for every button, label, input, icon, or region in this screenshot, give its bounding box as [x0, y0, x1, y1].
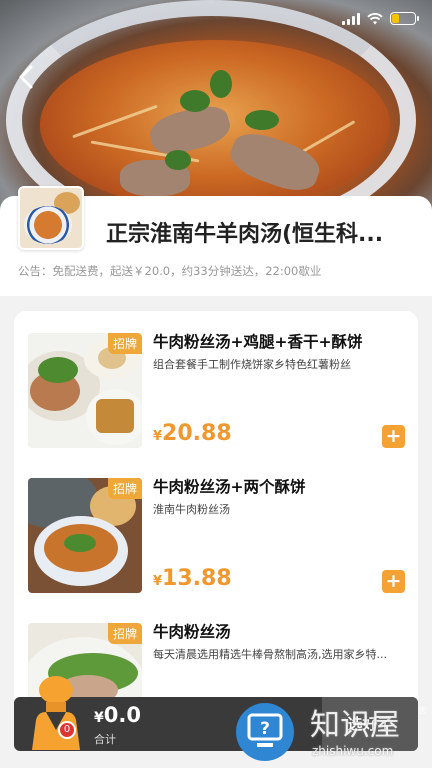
dish-image: 招牌: [28, 478, 142, 593]
watermark: 知识屋 ® zhishiwu.com: [310, 704, 428, 758]
shop-title: 正宗淮南牛羊肉汤(恒生科...: [106, 222, 384, 247]
menu-item[interactable]: 招牌 牛肉粉丝汤+鸡腿+香干+酥饼 组合套餐手工制作烧饼家乡特色红薯粉丝 ¥20…: [14, 311, 418, 451]
dish-price: ¥20.88: [153, 421, 232, 446]
shop-logo: [18, 186, 84, 250]
dish-description: 淮南牛肉粉丝汤: [153, 503, 230, 516]
add-to-cart-button[interactable]: +: [382, 570, 405, 593]
herb: [180, 90, 210, 112]
cart-total-label: 合计: [94, 733, 116, 746]
cart-count-badge: 0: [58, 721, 76, 739]
cart-total: ¥0.0: [94, 703, 141, 727]
signal-icon: [342, 12, 360, 25]
herb: [165, 150, 191, 170]
help-icon: ?: [247, 713, 283, 747]
back-arrow-icon[interactable]: [16, 64, 38, 90]
cart-icon[interactable]: [30, 672, 82, 752]
dish-name: 牛肉粉丝汤+两个酥饼: [153, 478, 306, 496]
plus-icon: +: [385, 425, 402, 447]
dish-image: 招牌: [28, 333, 142, 448]
help-button[interactable]: ?: [236, 703, 294, 761]
tag-badge: 招牌: [107, 478, 142, 499]
tag-badge: 招牌: [107, 333, 142, 354]
plus-icon: +: [385, 570, 402, 592]
status-bar: [342, 12, 419, 25]
tag-badge: 招牌: [107, 623, 142, 644]
herb: [210, 70, 232, 98]
dish-name: 牛肉粉丝汤+鸡腿+香干+酥饼: [153, 333, 363, 351]
battery-icon: [390, 12, 419, 25]
dish-price: ¥13.88: [153, 566, 232, 591]
add-to-cart-button[interactable]: +: [382, 425, 405, 448]
wifi-icon: [367, 12, 383, 24]
svg-text:?: ?: [260, 719, 270, 739]
dish-description: 每天清晨选用精选牛棒骨熬制高汤,选用家乡特...: [153, 648, 387, 661]
dish-name: 牛肉粉丝汤: [153, 623, 231, 641]
shop-notice: 公告：免配送费，起送￥20.0，约33分钟送达，22:00歇业: [18, 264, 322, 278]
dish-description: 组合套餐手工制作烧饼家乡特色红薯粉丝: [153, 358, 351, 371]
menu-item[interactable]: 招牌 牛肉粉丝汤+两个酥饼 淮南牛肉粉丝汤 ¥13.88 +: [14, 456, 418, 596]
herb: [245, 110, 279, 130]
